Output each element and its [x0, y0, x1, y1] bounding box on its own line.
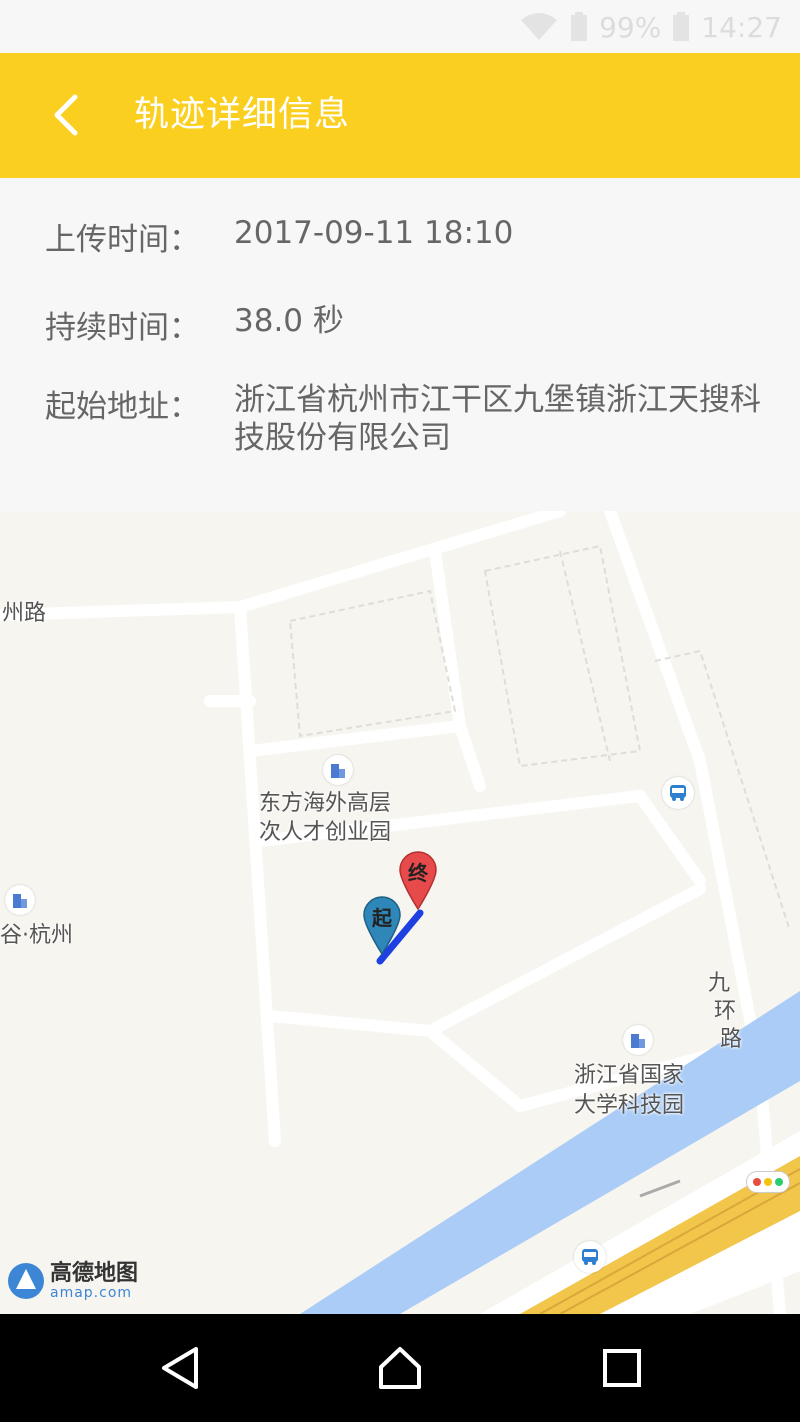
map-view[interactable]: 州路 九 环 路 东方海外高层 次人才创业园 谷·杭州 浙江省国家 大学科技园 …	[0, 511, 800, 1314]
poi-dongfang-line1[interactable]: 东方海外高层	[259, 789, 391, 819]
nav-recents-button[interactable]	[592, 1342, 652, 1394]
end-marker[interactable]: 终	[398, 851, 438, 911]
building-icon[interactable]	[5, 885, 35, 915]
home-icon	[379, 1347, 421, 1389]
bus-stop-icon[interactable]	[574, 1241, 606, 1273]
status-bar: 99% 14:27	[0, 0, 800, 53]
battery-icon	[671, 11, 691, 43]
poi-zhejiang-line1[interactable]: 浙江省国家	[574, 1061, 684, 1091]
amap-logo-name: 高德地图	[50, 1261, 139, 1286]
recents-icon	[603, 1349, 641, 1387]
amap-logo: 高德地图 amap.com	[6, 1261, 138, 1301]
upload-time-value: 2017-09-11 18:10	[234, 215, 514, 251]
start-marker-label: 起	[372, 906, 392, 930]
amap-logo-domain: amap.com	[50, 1285, 133, 1301]
building-icon[interactable]	[323, 755, 353, 785]
bus-stop-icon[interactable]	[662, 777, 694, 809]
status-icons: 99% 14:27	[519, 8, 782, 46]
road-label-zhou: 州路	[2, 601, 47, 626]
chevron-left-icon	[54, 94, 78, 136]
nav-home-button[interactable]	[370, 1342, 430, 1394]
end-marker-label: 终	[408, 861, 428, 885]
system-nav-bar	[0, 1314, 800, 1422]
duration-label: 持续时间：	[45, 310, 200, 346]
wifi-icon	[519, 12, 559, 42]
track-info-panel: 上传时间： 2017-09-11 18:10 持续时间： 38.0 秒 起始地址…	[0, 178, 800, 511]
battery-saver-icon	[569, 11, 589, 43]
poi-dongfang-line2[interactable]: 次人才创业园	[259, 818, 391, 848]
road-label-huan: 环	[714, 999, 737, 1024]
app-bar: 轨迹详细信息	[0, 53, 800, 178]
upload-time-label: 上传时间：	[45, 222, 200, 258]
nav-back-button[interactable]	[150, 1342, 210, 1394]
start-marker[interactable]: 起	[362, 896, 402, 956]
page-title: 轨迹详细信息	[134, 95, 351, 135]
traffic-toggle[interactable]	[746, 1171, 790, 1193]
duration-value: 38.0 秒	[234, 303, 344, 339]
road-label-jiu: 九	[708, 971, 731, 996]
clock: 14:27	[701, 10, 782, 44]
back-button[interactable]	[36, 85, 96, 145]
start-address-value: 浙江省杭州市江干区九堡镇浙江天搜科技股份有限公司	[234, 382, 761, 456]
building-icon[interactable]	[623, 1025, 653, 1055]
amap-logo-icon	[8, 1263, 44, 1299]
poi-zhejiang-line2[interactable]: 大学科技园	[574, 1091, 684, 1121]
battery-percent: 99%	[599, 10, 662, 44]
back-triangle-icon	[162, 1347, 198, 1389]
start-address-label: 起始地址：	[45, 389, 200, 425]
road-label-lu: 路	[720, 1027, 743, 1052]
poi-left[interactable]: 谷·杭州	[0, 921, 73, 951]
